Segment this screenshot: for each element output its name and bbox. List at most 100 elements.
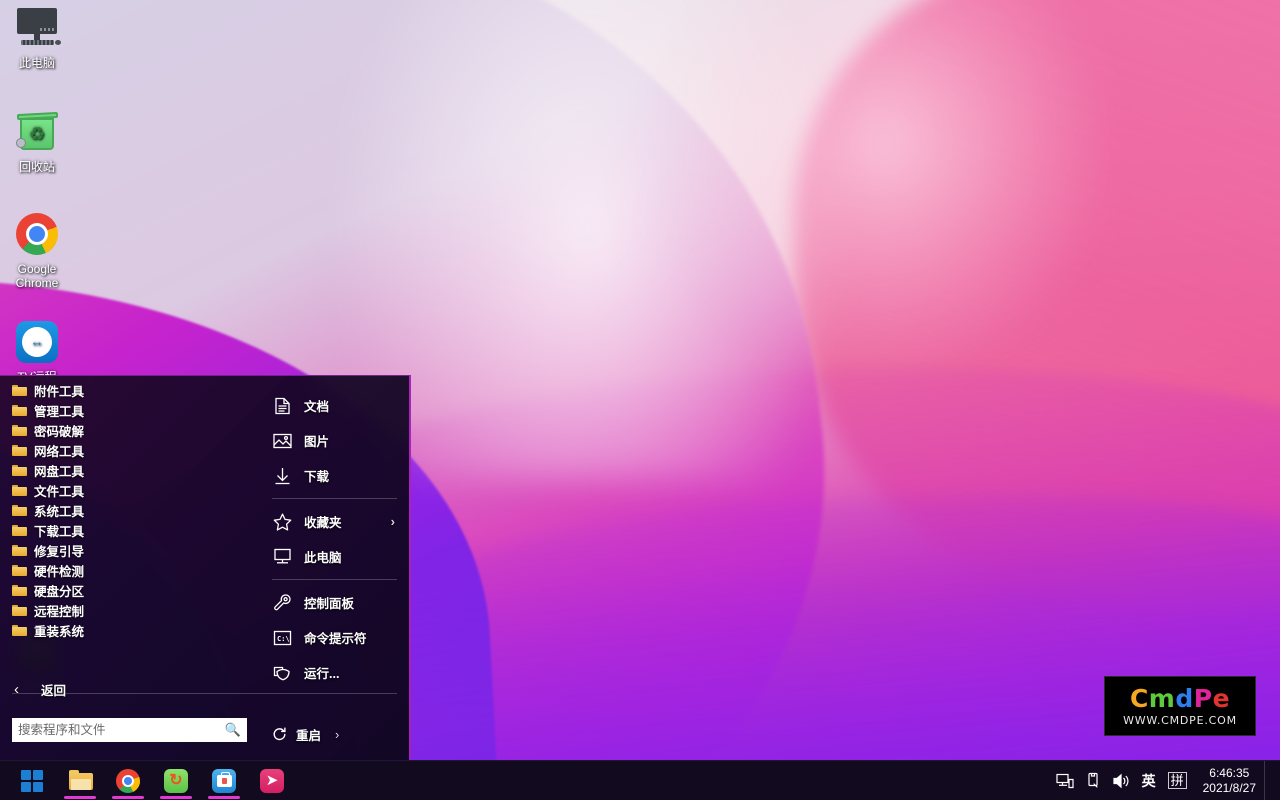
wrench-icon: [272, 593, 292, 613]
teamviewer-icon: ↔: [13, 318, 61, 366]
logo-letter-m: m: [1149, 684, 1176, 713]
svg-text:C:\: C:\: [277, 635, 290, 643]
sync-tool-button[interactable]: ↻: [152, 761, 200, 800]
start-menu-command-prompt[interactable]: C:\ 命令提示符: [260, 620, 409, 655]
this-pc-monitor-icon: [13, 4, 61, 52]
start-menu-item-label: 下载工具: [34, 521, 84, 540]
google-chrome-icon: [115, 768, 141, 794]
start-menu-item-wangluo-gongju[interactable]: 网络工具: [0, 440, 260, 460]
start-menu-documents[interactable]: 文档: [260, 388, 409, 423]
desktop-icon-google-chrome[interactable]: Google Chrome: [0, 210, 74, 290]
desktop-icon-recycle-bin[interactable]: ♻ 回收站: [0, 108, 74, 174]
start-menu-this-pc[interactable]: 此电脑: [260, 539, 409, 574]
start-menu-item-guanli-gongju[interactable]: 管理工具: [0, 400, 260, 420]
taskbar-active-indicator: [112, 796, 144, 799]
telegram-button[interactable]: ➤: [248, 761, 296, 800]
start-menu-item-label: 此电脑: [304, 547, 342, 566]
taskbar: ↻ ➤: [0, 760, 1280, 800]
folder-icon: [12, 604, 27, 616]
folder-icon: [12, 624, 27, 636]
chevron-left-icon: ‹: [14, 681, 19, 698]
start-menu-item-label: 文档: [304, 396, 329, 415]
desktop-icon-label-line1: Google: [0, 262, 74, 276]
start-menu-programs-list: 附件工具 管理工具 密码破解 网络工具 网盘工具: [0, 376, 260, 760]
toolbox-icon: [211, 768, 237, 794]
logo-letter-e: e: [1213, 684, 1230, 713]
logo-letter-c: C: [1130, 684, 1149, 713]
chrome-button[interactable]: [104, 761, 152, 800]
chevron-right-icon: ›: [335, 727, 339, 742]
recycle-bin-icon: ♻: [13, 108, 61, 156]
start-menu-back-button[interactable]: ‹ 返回: [0, 676, 260, 702]
start-menu-item-wangpan-gongju[interactable]: 网盘工具: [0, 460, 260, 480]
folder-icon: [12, 384, 27, 396]
taskbar-active-indicator: [160, 796, 192, 799]
menu-separator: [272, 498, 397, 499]
start-menu-item-label: 运行...: [304, 663, 339, 682]
command-prompt-icon: C:\: [272, 628, 292, 648]
download-arrow-icon: [272, 466, 292, 486]
start-menu-run[interactable]: 运行...: [260, 655, 409, 690]
start-menu-item-wenjian-gongju[interactable]: 文件工具: [0, 480, 260, 500]
start-menu-item-mima-pojie[interactable]: 密码破解: [0, 420, 260, 440]
desktop-screen: 此电脑 ♻ 回收站 Google Chrome ↔ TV远程 资源下载 CmdP…: [0, 0, 1280, 800]
usb-eject-icon[interactable]: [1080, 761, 1106, 800]
start-menu-restart-button[interactable]: 重启 ›: [272, 725, 339, 744]
start-menu-downloads[interactable]: 下载: [260, 458, 409, 493]
start-menu-item-label: 命令提示符: [304, 628, 367, 647]
restart-label: 重启: [296, 725, 321, 744]
start-menu-item-label: 远程控制: [34, 601, 84, 620]
folder-icon: [12, 504, 27, 516]
start-menu-item-xiufu-yindao[interactable]: 修复引导: [0, 540, 260, 560]
restart-icon: [272, 727, 287, 742]
volume-icon[interactable]: [1106, 761, 1136, 800]
desktop-icon-this-pc[interactable]: 此电脑: [0, 4, 74, 70]
paper-plane-icon: ➤: [259, 768, 285, 794]
start-menu-item-label: 重装系统: [34, 621, 84, 640]
start-menu-item-label: 管理工具: [34, 401, 84, 420]
start-menu-favorites[interactable]: 收藏夹 ›: [260, 504, 409, 539]
desktop-icon-label: 回收站: [0, 160, 74, 174]
toolbox-button[interactable]: [200, 761, 248, 800]
start-menu-control-panel[interactable]: 控制面板: [260, 585, 409, 620]
start-menu-search-box[interactable]: 🔍: [12, 718, 247, 742]
start-menu-item-label: 密码破解: [34, 421, 84, 440]
desktop-icon-label: 此电脑: [0, 56, 74, 70]
sync-recycle-icon: ↻: [163, 768, 189, 794]
windows-logo-icon: [19, 768, 45, 794]
back-label: 返回: [41, 680, 66, 699]
start-menu-item-fujian-gongju[interactable]: 附件工具: [0, 380, 260, 400]
document-icon: [272, 396, 292, 416]
run-shield-icon: [272, 663, 292, 683]
start-menu-item-label: 网络工具: [34, 441, 84, 460]
star-icon: [272, 512, 292, 532]
start-menu-item-label: 系统工具: [34, 501, 84, 520]
start-menu-item-label: 硬件检测: [34, 561, 84, 580]
folder-icon: [12, 444, 27, 456]
start-button[interactable]: [8, 761, 56, 800]
picture-icon: [272, 431, 292, 451]
start-menu-item-label: 附件工具: [34, 381, 84, 400]
start-menu-item-chongzhuang-xitong[interactable]: 重装系统: [0, 620, 260, 640]
taskbar-buttons: ↻ ➤: [0, 761, 296, 800]
start-menu-pictures[interactable]: 图片: [260, 423, 409, 458]
file-explorer-button[interactable]: [56, 761, 104, 800]
search-input[interactable]: [18, 723, 225, 737]
show-desktop-button[interactable]: [1264, 761, 1270, 800]
network-monitor-icon[interactable]: [1050, 761, 1080, 800]
start-menu-item-xitong-gongju[interactable]: 系统工具: [0, 500, 260, 520]
ime-language-indicator[interactable]: 英: [1136, 761, 1162, 800]
folder-icon: [12, 584, 27, 596]
start-menu-item-yingpan-fenqu[interactable]: 硬盘分区: [0, 580, 260, 600]
start-menu-item-label: 收藏夹: [304, 512, 342, 531]
start-menu-item-xiazai-gongju[interactable]: 下载工具: [0, 520, 260, 540]
start-menu-item-yingjian-jiance[interactable]: 硬件检测: [0, 560, 260, 580]
start-menu-item-label: 硬盘分区: [34, 581, 84, 600]
taskbar-clock[interactable]: 6:46:35 2021/8/27: [1193, 766, 1264, 796]
start-menu-item-label: 修复引导: [34, 541, 84, 560]
start-menu-item-yuancheng-kongzhi[interactable]: 远程控制: [0, 600, 260, 620]
search-magnifier-icon[interactable]: 🔍: [225, 722, 241, 738]
folder-icon: [12, 564, 27, 576]
pinyin-mode-indicator[interactable]: 拼: [1162, 761, 1193, 800]
folder-icon: [12, 404, 27, 416]
